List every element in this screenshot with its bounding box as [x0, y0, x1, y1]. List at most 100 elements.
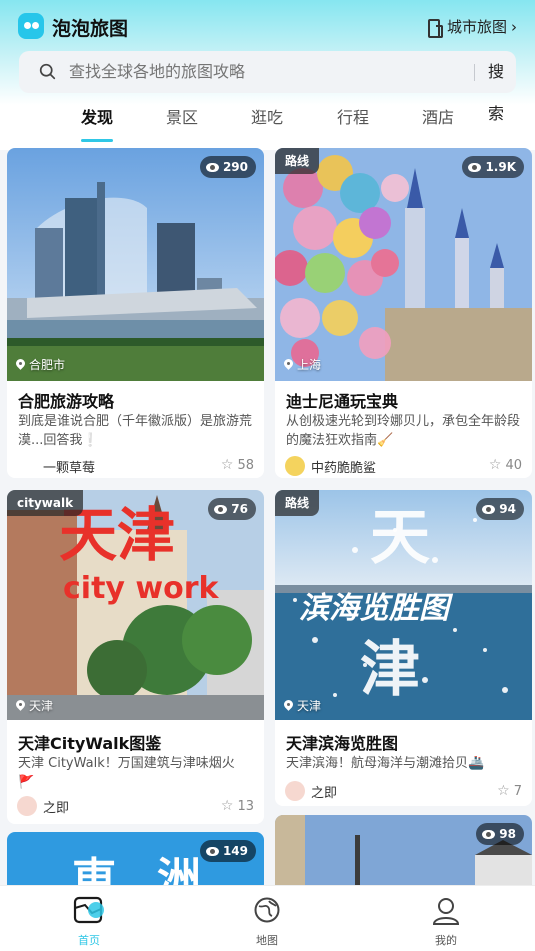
- card-title: 天津滨海览胜图: [286, 734, 399, 753]
- card-image: 天 滨海览胜图 津: [275, 490, 532, 720]
- author-name: 之即: [311, 785, 338, 801]
- building-icon: [427, 18, 443, 38]
- like-count[interactable]: ☆ 58: [221, 457, 254, 473]
- eye-icon: [205, 162, 219, 172]
- view-count-value: 94: [499, 502, 516, 516]
- author[interactable]: 中药脆脆鲨: [285, 456, 376, 476]
- location-name: 合肥市: [29, 358, 66, 372]
- tab-itinerary[interactable]: 行程: [337, 104, 369, 128]
- search-input[interactable]: [69, 51, 429, 93]
- emoji: 🧹: [377, 433, 394, 448]
- eye-icon: [482, 829, 496, 839]
- avatar: [285, 456, 305, 476]
- view-count: 94: [476, 498, 524, 520]
- like-count-value: 58: [237, 457, 254, 473]
- card-image: 天津 city work: [7, 490, 264, 720]
- view-count: 1.9K: [462, 156, 524, 178]
- card-title: 合肥旅游攻略: [18, 392, 115, 411]
- route-tag: 路线: [275, 490, 320, 516]
- tab-food[interactable]: 逛吃: [251, 104, 283, 128]
- card-description: 从创极速光轮到玲娜贝儿，承包全年龄段的魔法狂欢指南🧹: [286, 414, 521, 448]
- card-image: [275, 148, 532, 381]
- like-count[interactable]: ☆ 13: [221, 798, 254, 814]
- eye-icon: [482, 504, 496, 514]
- location-label: 天津: [284, 697, 321, 714]
- overlay-char-top: 天: [370, 503, 430, 573]
- location-pin-icon: [16, 359, 25, 370]
- like-count-value: 7: [513, 783, 522, 799]
- city-map-button[interactable]: 城市旅图 ›: [427, 16, 517, 38]
- view-count: 98: [476, 823, 524, 845]
- author-name: 中药脆脆鲨: [311, 460, 377, 476]
- author[interactable]: 之即: [285, 781, 337, 801]
- view-count: 290: [199, 156, 256, 178]
- nav-profile-label: 我的: [435, 934, 457, 947]
- tab-discover[interactable]: 发现: [81, 104, 113, 128]
- overlay-title-small: city work: [63, 571, 220, 606]
- guide-card[interactable]: 天 滨海览胜图 津 路线 94 天津 天津滨海览胜图 天津滨海！航母海洋与潮滩拾…: [275, 490, 532, 806]
- card-image: [7, 148, 264, 381]
- active-tab-indicator: [81, 139, 113, 142]
- guide-card[interactable]: 路线 1.9K 上海 迪士尼通玩宝典 从创极速光轮到玲娜贝儿，承包全年龄段的魔法…: [275, 148, 532, 478]
- card-title: 迪士尼通玩宝典: [286, 392, 399, 411]
- location-pin-icon: [16, 700, 25, 711]
- location-name: 天津: [29, 699, 54, 713]
- category-tabs: 发现 景区 逛吃 行程 酒店: [0, 104, 535, 144]
- avatar: [285, 781, 305, 801]
- eye-icon: [205, 846, 219, 856]
- search-button[interactable]: 搜索: [488, 51, 516, 123]
- route-tag: 路线: [275, 148, 320, 174]
- overlay-subtitle: 滨海览胜图: [299, 591, 454, 626]
- emoji: ❕: [82, 433, 99, 448]
- like-count[interactable]: ☆ 40: [489, 457, 522, 473]
- location-pin-icon: [284, 700, 293, 711]
- view-count-value: 98: [499, 827, 516, 841]
- search-bar: 搜索: [19, 51, 516, 123]
- bottom-nav: 首页 地图 我的: [0, 885, 535, 951]
- view-count-value: 149: [222, 844, 248, 858]
- citywalk-tag: citywalk: [7, 490, 84, 516]
- location-name: 上海: [297, 358, 322, 372]
- nav-profile[interactable]: 我的: [401, 896, 491, 947]
- card-description: 天津 CityWalk！万国建筑与津味烟火 🚩: [18, 756, 235, 790]
- author[interactable]: 之即: [17, 796, 69, 816]
- nav-map[interactable]: 地图: [222, 896, 312, 947]
- location-label: 上海: [284, 356, 321, 373]
- like-count-value: 13: [237, 798, 254, 814]
- like-count-value: 40: [505, 457, 522, 473]
- view-count: 149: [199, 840, 256, 862]
- overlay-char-bottom: 津: [360, 635, 420, 705]
- nav-map-label: 地图: [256, 934, 278, 947]
- view-count-value: 76: [231, 502, 248, 516]
- avatar: [17, 456, 37, 476]
- guide-card[interactable]: 98: [275, 815, 532, 892]
- user-icon: [432, 898, 460, 925]
- eye-icon: [468, 162, 482, 172]
- bubble-logo-icon: [18, 13, 44, 39]
- star-icon: ☆: [220, 457, 234, 473]
- card-title: 天津CityWalk图鉴: [18, 734, 162, 753]
- search-divider: [474, 64, 475, 81]
- emoji: 🚢: [468, 756, 485, 771]
- app-title: 泡泡旅图: [52, 18, 129, 40]
- guide-card[interactable]: 290 合肥市 合肥旅游攻略 到底是谁说合肥（千年徽派版）是旅游荒漠...回答我…: [7, 148, 264, 478]
- card-description: 到底是谁说合肥（千年徽派版）是旅游荒漠...回答我❕: [18, 414, 253, 448]
- nav-home[interactable]: 首页: [44, 896, 134, 947]
- like-count[interactable]: ☆ 7: [497, 783, 522, 799]
- view-count-value: 1.9K: [485, 160, 516, 174]
- search-icon: [39, 63, 56, 80]
- author-name: 之即: [43, 800, 70, 816]
- tab-scenic[interactable]: 景区: [166, 104, 198, 128]
- nav-home-label: 首页: [78, 934, 100, 947]
- eye-icon: [214, 504, 228, 514]
- city-map-label: 城市旅图: [446, 18, 507, 36]
- author-name: 一颗草莓: [43, 460, 96, 476]
- star-icon: ☆: [488, 457, 502, 473]
- card-description: 天津滨海！航母海洋与潮滩拾贝🚢: [286, 756, 485, 771]
- guide-card[interactable]: 天津 city work citywalk 76 天津 天津CityWalk图鉴…: [7, 490, 264, 824]
- globe-icon: [254, 897, 280, 923]
- tab-hotel[interactable]: 酒店: [422, 104, 454, 128]
- author[interactable]: 一颗草莓: [17, 456, 95, 476]
- guide-card[interactable]: 東 洲 149: [7, 832, 264, 892]
- view-count: 76: [208, 498, 256, 520]
